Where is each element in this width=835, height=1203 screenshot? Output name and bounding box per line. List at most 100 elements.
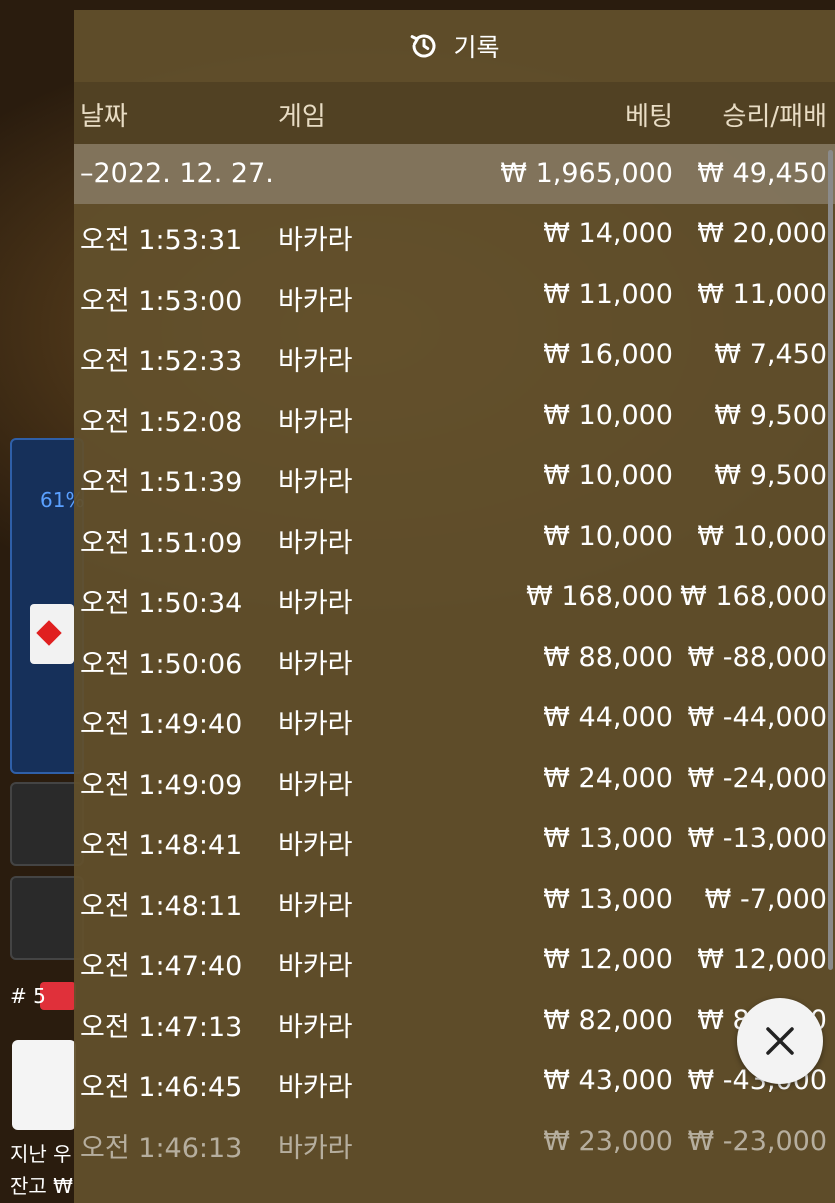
history-row[interactable]: 오전 1:47:40 바카라 ₩ 12,000 ₩ 12,000 — [74, 930, 835, 991]
history-icon — [411, 34, 436, 58]
column-header-bet: 베팅 — [625, 102, 673, 132]
row-result: ₩ 20,000 — [697, 218, 827, 249]
column-headers: 날짜 게임 베팅 승리/패배 — [74, 82, 835, 144]
column-header-win-loss: 승리/패배 — [722, 102, 827, 132]
last-win-label: 지난 우 — [10, 1142, 72, 1166]
date-group-header[interactable]: –2022. 12. 27. ₩ 1,965,000 ₩ 49,450 — [74, 144, 835, 204]
row-bet: ₩ 16,000 — [543, 339, 673, 370]
history-row[interactable]: 오전 1:47:13바카라₩ 82,000₩ 82,000 — [74, 991, 835, 1052]
row-game: 바카라 — [278, 467, 353, 498]
history-header: 기록 — [74, 10, 835, 82]
history-row[interactable]: 오전 1:51:09 바카라 ₩ 10,000 ₩ 10,000 — [74, 507, 835, 568]
row-result: ₩ -23,000 — [687, 1125, 828, 1157]
row-bet: ₩ 10,000 — [543, 460, 673, 491]
history-row[interactable]: 오전 1:50:06 바카라 ₩ 88,000 ₩ -88,000 — [74, 628, 835, 689]
date-group-date: –2022. 12. 27. — [80, 158, 274, 189]
column-header-date: 날짜 — [80, 102, 128, 132]
row-result: ₩ 168,000 — [680, 581, 827, 612]
history-list[interactable]: 오전 1:53:31 바카라 ₩ 14,000 ₩ 20,000 오전 1:53:00 바… — [74, 204, 835, 1172]
row-game: 바카라 — [278, 890, 353, 922]
row-game: 바카라 — [278, 1011, 353, 1043]
history-row[interactable]: 오전 1:52:08 바카라 ₩ 10,000 ₩ 9,500 — [74, 386, 835, 447]
row-result: ₩ 9,500 — [714, 460, 827, 491]
row-time: 오전 1:49:40 — [80, 709, 243, 740]
row-time: 오전 1:46:45 — [80, 1072, 243, 1103]
row-game: 바카라 — [278, 709, 353, 740]
row-result: ₩ 10,000 — [697, 520, 827, 552]
balance-label: 잔고 ₩ — [10, 1174, 73, 1198]
row-result: ₩ -7,000 — [704, 883, 827, 915]
row-game: 바카라 — [278, 830, 353, 861]
history-row[interactable]: 오전 1:48:11 바카라 ₩ 13,000 ₩ -7,000 — [74, 870, 835, 931]
history-row[interactable]: 오전 1:49:09 바카라 ₩ 24,000 ₩ -24,000 — [74, 749, 835, 810]
row-bet: ₩ 12,000 — [543, 944, 673, 975]
bet-option-button-2[interactable] — [10, 876, 84, 960]
history-row[interactable]: 오전 1:51:39 바카라 ₩ 10,000 ₩ 9,500 — [74, 446, 835, 507]
row-bet: ₩ 13,000 — [543, 823, 673, 854]
row-bet: ₩ 10,000 — [543, 520, 673, 552]
row-bet: ₩ 44,000 — [543, 702, 673, 733]
row-time: 오전 1:46:13 — [80, 1132, 243, 1164]
row-bet: ₩ 168,000 — [526, 581, 673, 612]
history-row[interactable]: 오전 1:46:13 바카라 ₩ 23,000 ₩ -23,000 — [74, 1112, 835, 1173]
history-row[interactable]: 오전 1:46:45 바카라 ₩ 43,000 ₩ -43,000 — [74, 1051, 835, 1112]
scrollbar[interactable] — [828, 150, 833, 970]
row-bet: ₩ 43,000 — [543, 1065, 673, 1096]
row-result: ₩ -44,000 — [687, 702, 828, 733]
date-group-total-win-loss: ₩ 49,450 — [697, 158, 827, 189]
row-result: ₩ 7,450 — [714, 339, 827, 370]
history-row[interactable]: 오전 1:50:34 바카라 ₩ 168,000 ₩ 168,000 — [74, 567, 835, 628]
date-group-total-bet: ₩ 1,965,000 — [500, 158, 673, 189]
history-panel: 기록 날짜 게임 베팅 승리/패배 –2022. 12. 27. ₩ 1,965… — [74, 10, 835, 1203]
row-time: 오전 1:51:09 — [80, 527, 243, 559]
row-time: 오전 1:47:40 — [80, 951, 243, 982]
row-game: 바카라 — [278, 527, 353, 559]
row-bet: ₩ 11,000 — [543, 278, 673, 310]
row-time: 오전 1:53:00 — [80, 285, 243, 317]
row-result: ₩ -13,000 — [687, 823, 828, 854]
row-game: 바카라 — [278, 346, 353, 377]
row-game: 바카라 — [278, 285, 353, 317]
row-game: 바카라 — [278, 769, 353, 801]
row-result: ₩ 11,000 — [697, 278, 827, 310]
row-bet: ₩ 88,000 — [543, 641, 673, 673]
row-game: 바카라 — [278, 406, 353, 438]
row-bet: ₩ 24,000 — [543, 762, 673, 794]
bet-option-button-1[interactable] — [10, 782, 84, 866]
row-game: 바카라 — [278, 648, 353, 680]
row-time: 오전 1:52:33 — [80, 346, 243, 377]
history-row[interactable]: 오전 1:52:33 바카라 ₩ 16,000 ₩ 7,450 — [74, 325, 835, 386]
row-result: ₩ -24,000 — [687, 762, 828, 794]
row-bet: ₩ 13,000 — [543, 883, 673, 915]
row-game: 바카라 — [278, 225, 353, 256]
row-game: 바카라 — [278, 1132, 353, 1164]
row-result: ₩ 9,500 — [714, 399, 827, 431]
row-game: 바카라 — [278, 951, 353, 982]
column-header-game: 게임 — [278, 102, 326, 132]
row-time: 오전 1:49:09 — [80, 769, 243, 801]
row-time: 오전 1:50:06 — [80, 648, 243, 680]
close-button[interactable] — [737, 998, 823, 1084]
row-bet: ₩ 14,000 — [543, 218, 673, 249]
row-bet: ₩ 82,000 — [543, 1004, 673, 1036]
row-result: ₩ 12,000 — [697, 944, 827, 975]
row-time: 오전 1:48:11 — [80, 890, 243, 922]
row-game: 바카라 — [278, 588, 353, 619]
row-time: 오전 1:50:34 — [80, 588, 243, 619]
road-map-grid — [12, 1040, 76, 1130]
history-row[interactable]: 오전 1:48:41 바카라 ₩ 13,000 ₩ -13,000 — [74, 809, 835, 870]
row-time: 오전 1:51:39 — [80, 467, 243, 498]
close-icon — [766, 1027, 794, 1055]
history-row[interactable]: 오전 1:53:31 바카라 ₩ 14,000 ₩ 20,000 — [74, 204, 835, 265]
history-row[interactable]: 오전 1:49:40 바카라 ₩ 44,000 ₩ -44,000 — [74, 688, 835, 749]
row-bet: ₩ 23,000 — [543, 1125, 673, 1157]
history-title: 기록 — [453, 33, 500, 62]
row-time: 오전 1:48:41 — [80, 830, 243, 861]
playing-card — [30, 604, 74, 664]
row-game: 바카라 — [278, 1072, 353, 1103]
round-number: # 5 — [10, 984, 46, 1008]
history-row[interactable]: 오전 1:53:00 바카라 ₩ 11,000 ₩ 11,000 — [74, 265, 835, 326]
row-time: 오전 1:47:13 — [80, 1011, 243, 1043]
row-time: 오전 1:53:31 — [80, 225, 243, 256]
row-result: ₩ -88,000 — [687, 641, 828, 673]
